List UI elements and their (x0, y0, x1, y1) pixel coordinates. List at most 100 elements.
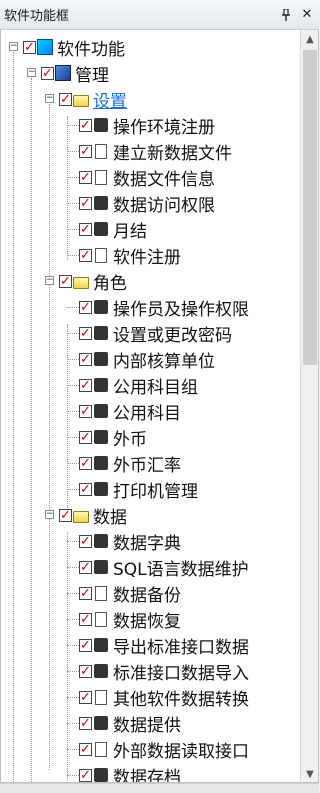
checkbox[interactable]: ✓ (79, 534, 92, 548)
tree-item-home[interactable]: ✓ 内部核算单位 (79, 347, 215, 372)
tree-item-exchange-rate[interactable]: ✓ 外币汇率 (79, 451, 181, 476)
function-tree: − ✓ 软件功能 − ✓ 管理 − ✓ 设置 ✓ 操作环境注册 ✓ 建立新数据文件 ✓ 数… (1, 30, 301, 783)
tree-item-archive[interactable]: ✓ 数据存档 (79, 763, 181, 783)
export-icon (94, 638, 108, 652)
manage-icon (55, 65, 71, 81)
tree-item-currency[interactable]: ✓ 外币 (79, 425, 147, 450)
file-info-icon (95, 169, 107, 185)
checkbox[interactable]: ✓ (79, 144, 92, 158)
tree-item-lock[interactable]: ✓ 月结 (79, 217, 147, 242)
tree-item-provide[interactable]: ✓ 数据提供 (79, 711, 181, 736)
checkbox[interactable]: ✓ (79, 768, 92, 782)
register-icon (95, 247, 107, 263)
pin-icon[interactable] (277, 6, 295, 24)
tree-item-label: 公用科目 (113, 403, 181, 424)
checkbox[interactable]: ✓ (79, 430, 92, 444)
toggle-roles[interactable]: − (45, 276, 54, 285)
toggle-settings[interactable]: − (45, 94, 54, 103)
tree-item-label: 数据访问权限 (113, 195, 215, 216)
tree-item-label: 其他软件数据转换 (113, 689, 249, 710)
tree-item-convert[interactable]: ✓ 其他软件数据转换 (79, 685, 249, 710)
scroll-down-icon[interactable]: ▼ (301, 765, 318, 782)
key-icon (94, 196, 108, 210)
tree-item-label: 设置或更改密码 (113, 325, 232, 346)
checkbox[interactable]: ✓ (79, 300, 92, 314)
tree-item-backup[interactable]: ✓ 数据备份 (79, 581, 181, 606)
tree-item-label: 软件注册 (113, 247, 181, 268)
tree-node-root[interactable]: ✓ 软件功能 (23, 35, 125, 60)
tree-item-file-info[interactable]: ✓ 数据文件信息 (79, 165, 215, 190)
dictionary-icon (94, 534, 108, 548)
checkbox[interactable]: ✓ (79, 404, 92, 418)
tree-node-manage[interactable]: ✓ 管理 (41, 61, 109, 86)
tree-item-restore[interactable]: ✓ 数据恢复 (79, 607, 181, 632)
lock-icon (94, 222, 108, 236)
scroll-up-icon[interactable]: ▲ (301, 30, 318, 48)
checkbox[interactable]: ✓ (79, 456, 92, 470)
tree-item-export[interactable]: ✓ 导出标准接口数据 (79, 633, 249, 658)
checkbox[interactable]: ✓ (79, 638, 92, 652)
checkbox-settings[interactable]: ✓ (59, 92, 72, 106)
checkbox[interactable]: ✓ (79, 560, 92, 574)
restore-icon (95, 611, 107, 627)
checkbox[interactable]: ✓ (79, 690, 92, 704)
tree-item-register[interactable]: ✓ 软件注册 (79, 243, 181, 268)
tree-item-label: 操作员及操作权限 (113, 299, 249, 320)
checkbox-manage[interactable]: ✓ (41, 66, 54, 80)
account-group-icon (94, 378, 108, 392)
tree-item-printer[interactable]: ✓ 打印机管理 (79, 477, 198, 502)
tree-item-gear[interactable]: ✓ 操作环境注册 (79, 113, 215, 138)
provide-icon (94, 716, 108, 730)
checkbox[interactable]: ✓ (79, 222, 92, 236)
tree-item-external-read[interactable]: ✓ 外部数据读取接口 (79, 737, 249, 762)
tree-node-data[interactable]: ✓ 数据 (59, 503, 127, 528)
tree-item-account[interactable]: ✓ 公用科目 (79, 399, 181, 424)
printer-icon (94, 482, 108, 496)
checkbox[interactable]: ✓ (79, 742, 92, 756)
tree-item-key[interactable]: ✓ 数据访问权限 (79, 191, 215, 216)
tree-item-account-group[interactable]: ✓ 公用科目组 (79, 373, 198, 398)
checkbox[interactable]: ✓ (79, 482, 92, 496)
external-read-icon (95, 741, 107, 757)
tree-item-label: 外币 (113, 429, 147, 450)
function-tree-panel: − ✓ 软件功能 − ✓ 管理 − ✓ 设置 ✓ 操作环境注册 ✓ 建立新数据文件 ✓ 数… (0, 30, 319, 783)
currency-icon (94, 430, 108, 444)
checkbox-root[interactable]: ✓ (23, 40, 36, 54)
checkbox[interactable]: ✓ (79, 378, 92, 392)
tree-item-label: 数据字典 (113, 533, 181, 554)
toggle-root[interactable]: − (9, 42, 18, 51)
checkbox[interactable]: ✓ (79, 612, 92, 626)
checkbox[interactable]: ✓ (79, 586, 92, 600)
tree-node-roles[interactable]: ✓ 角色 (59, 269, 127, 294)
checkbox[interactable]: ✓ (79, 716, 92, 730)
vertical-scrollbar[interactable]: ▲ ▼ (300, 30, 318, 782)
tree-item-dictionary[interactable]: ✓ 数据字典 (79, 529, 181, 554)
checkbox-roles[interactable]: ✓ (59, 274, 72, 288)
toggle-data[interactable]: − (45, 510, 54, 519)
tree-item-label: SQL语言数据维护 (113, 559, 249, 580)
toggle-manage[interactable]: − (27, 68, 36, 77)
checkbox[interactable]: ✓ (79, 118, 92, 132)
tree-item-operator[interactable]: ✓ 操作员及操作权限 (79, 295, 249, 320)
password-icon (94, 326, 108, 340)
checkbox[interactable]: ✓ (79, 664, 92, 678)
scrollbar-thumb[interactable] (303, 50, 317, 365)
checkbox[interactable]: ✓ (79, 326, 92, 340)
operator-icon (94, 300, 108, 314)
new-file-icon (95, 143, 107, 159)
close-icon[interactable]: ✕ (298, 6, 316, 24)
archive-icon (94, 768, 108, 782)
account-icon (94, 404, 108, 418)
checkbox[interactable]: ✓ (79, 170, 92, 184)
exchange-rate-icon (94, 456, 108, 470)
tree-item-import[interactable]: ✓ 标准接口数据导入 (79, 659, 249, 684)
tree-item-label: 数据存档 (113, 767, 181, 783)
tree-item-password[interactable]: ✓ 设置或更改密码 (79, 321, 232, 346)
checkbox-data[interactable]: ✓ (59, 508, 72, 522)
tree-item-sql[interactable]: ✓ SQL语言数据维护 (79, 555, 249, 580)
checkbox[interactable]: ✓ (79, 196, 92, 210)
tree-node-settings[interactable]: ✓ 设置 (59, 87, 127, 112)
checkbox[interactable]: ✓ (79, 352, 92, 366)
tree-item-new-file[interactable]: ✓ 建立新数据文件 (79, 139, 232, 164)
checkbox[interactable]: ✓ (79, 248, 92, 262)
